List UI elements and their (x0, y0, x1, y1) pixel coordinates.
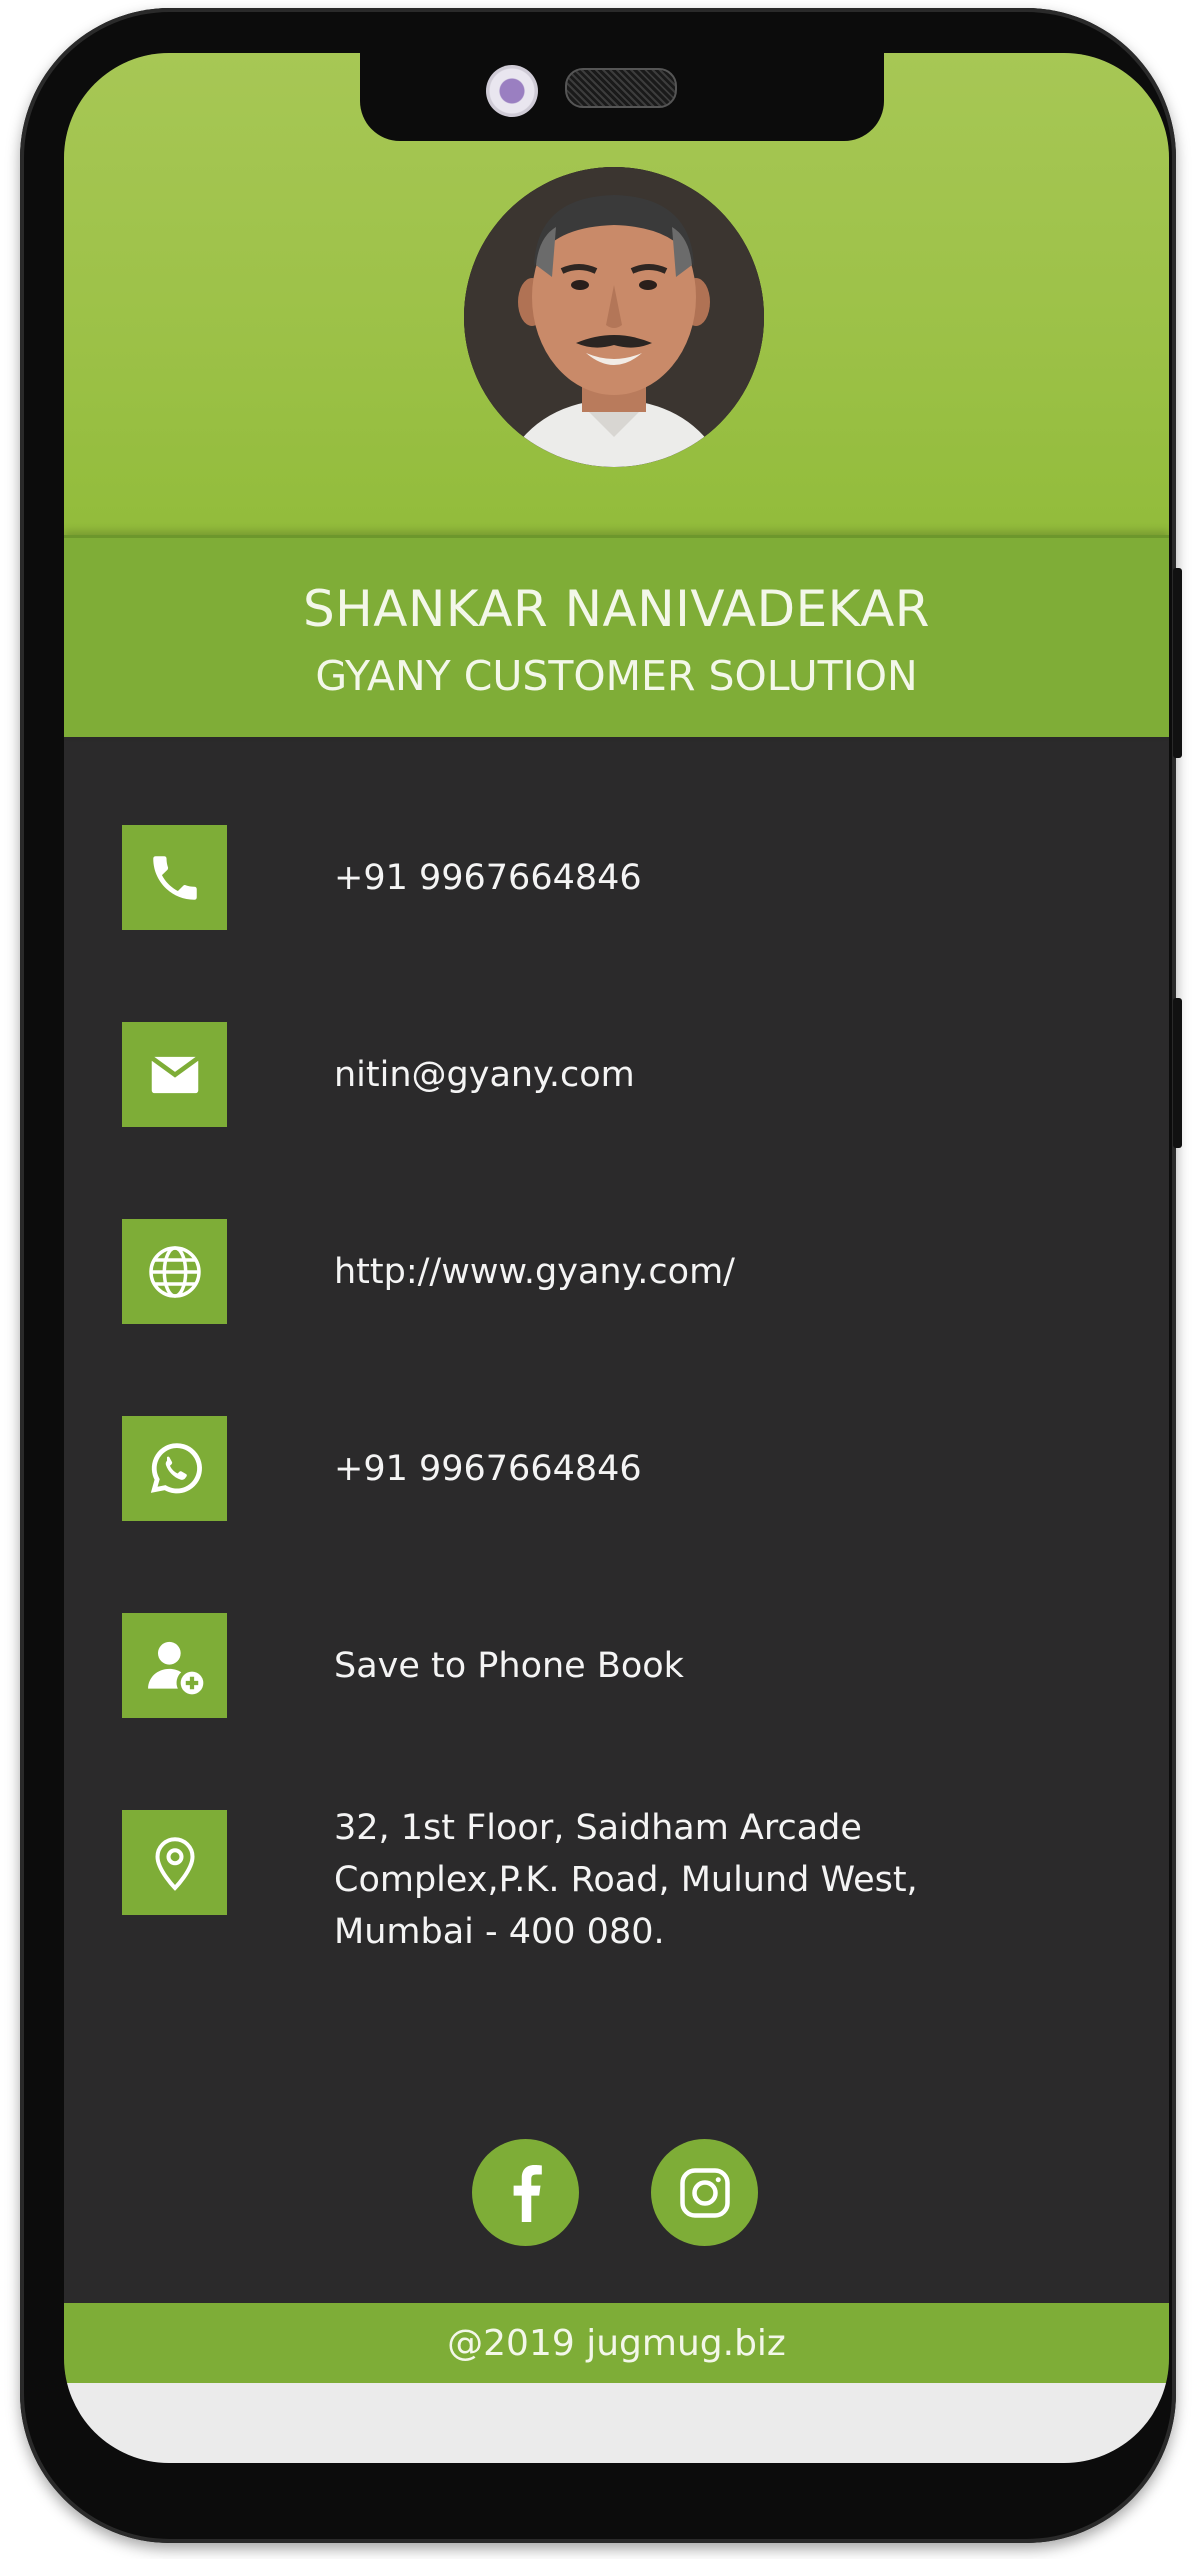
screen: SHANKAR NANIVADEKAR GYANY CUSTOMER SOLUT… (64, 53, 1169, 2463)
facebook-button[interactable] (472, 2139, 579, 2246)
company-name: GYANY CUSTOMER SOLUTION (315, 652, 918, 700)
instagram-icon (679, 2167, 730, 2218)
power-button (1173, 568, 1182, 758)
location-pin-icon (122, 1810, 227, 1915)
email-address: nitin@gyany.com (334, 1055, 635, 1095)
save-contact-label: Save to Phone Book (334, 1646, 684, 1686)
name-band: SHANKAR NANIVADEKAR GYANY CUSTOMER SOLUT… (64, 535, 1169, 737)
contact-email[interactable]: nitin@gyany.com (122, 1022, 1122, 1127)
footer: @2019 jugmug.biz (64, 2303, 1169, 2383)
avatar-photo (464, 167, 764, 467)
address-text: 32, 1st Floor, Saidham Arcade Complex,P.… (334, 1808, 918, 1952)
whatsapp-number: +91 9967664846 (334, 1449, 642, 1489)
phone-frame: SHANKAR NANIVADEKAR GYANY CUSTOMER SOLUT… (20, 8, 1182, 2543)
notch (360, 53, 884, 141)
contact-website[interactable]: http://www.gyany.com/ (122, 1219, 1122, 1324)
save-contact-button[interactable]: Save to Phone Book (122, 1613, 1122, 1718)
volume-button (1173, 998, 1182, 1148)
add-contact-icon (122, 1613, 227, 1718)
facebook-icon (513, 2164, 542, 2222)
whatsapp-icon (122, 1416, 227, 1521)
envelope-icon (122, 1022, 227, 1127)
profile-name: SHANKAR NANIVADEKAR (302, 580, 931, 638)
footer-text: @2019 jugmug.biz (447, 2322, 786, 2364)
contact-phone[interactable]: +91 9967664846 (122, 825, 1122, 930)
globe-icon (122, 1219, 227, 1324)
phone-icon (122, 825, 227, 930)
contact-address[interactable]: 32, 1st Floor, Saidham Arcade Complex,P.… (122, 1808, 1122, 1970)
instagram-button[interactable] (651, 2139, 758, 2246)
earpiece-speaker (565, 68, 677, 108)
website-link: http://www.gyany.com/ (334, 1252, 735, 1292)
front-camera (486, 65, 538, 117)
contact-whatsapp[interactable]: +91 9967664846 (122, 1416, 1122, 1521)
phone-number: +91 9967664846 (334, 858, 642, 898)
bottom-strip (64, 2383, 1169, 2463)
avatar (464, 167, 764, 467)
